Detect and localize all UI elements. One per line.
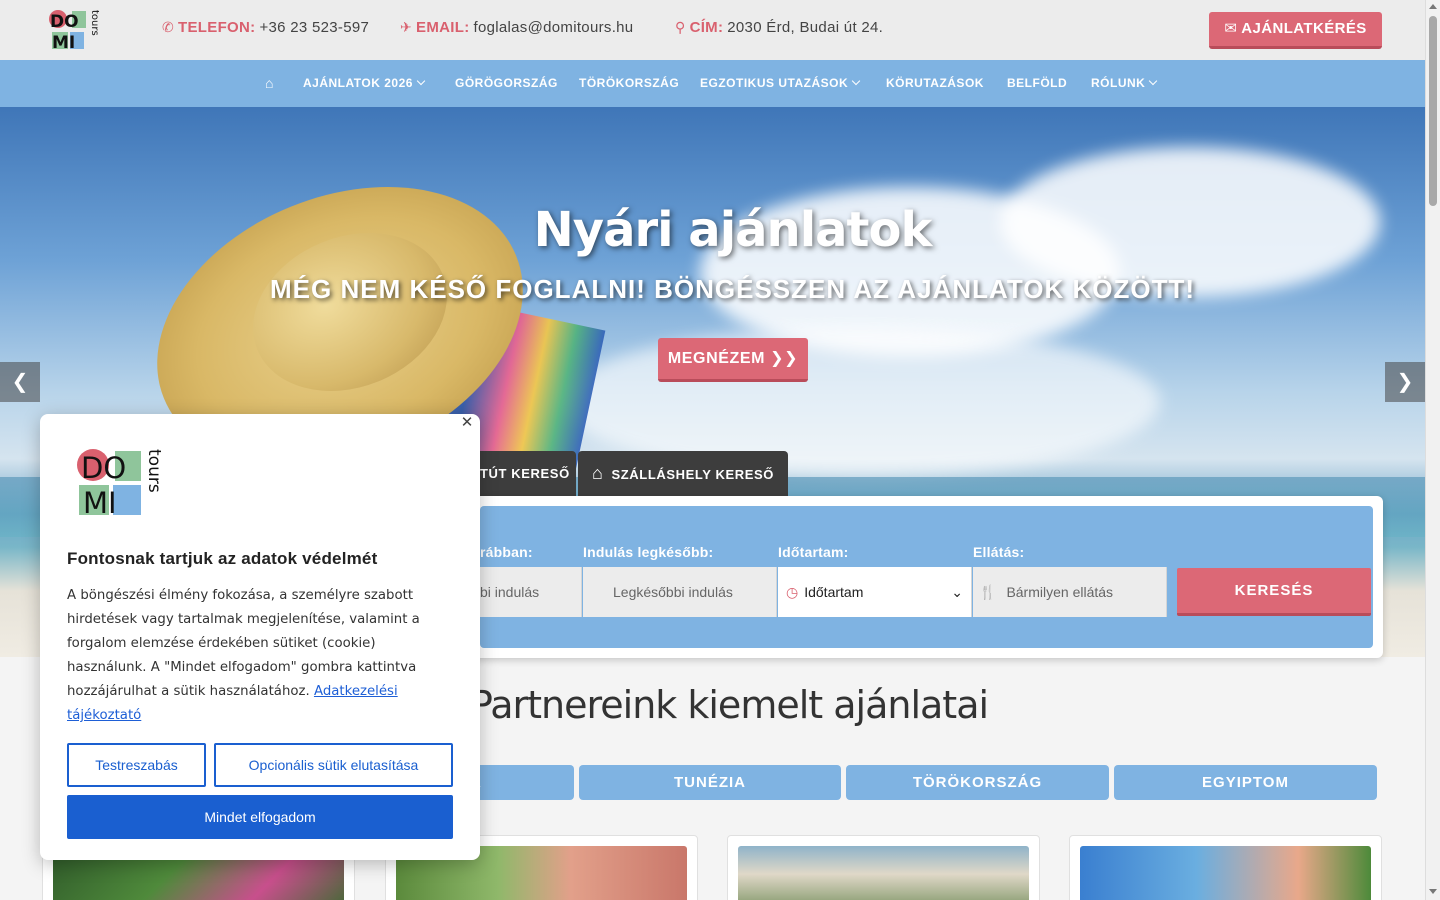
- phone-value: +36 23 523-597: [259, 19, 370, 36]
- tab-tunisia[interactable]: TUNÉZIA: [579, 765, 841, 800]
- earliest-departure-field[interactable]: bi indulás: [480, 567, 582, 617]
- nav-item-offers-2026[interactable]: AJÁNLATOK 2026: [303, 60, 426, 107]
- nav-item-greece[interactable]: GÖRÖGORSZÁG: [455, 60, 558, 107]
- clock-icon: ◷: [786, 584, 799, 600]
- svg-text:MI: MI: [52, 33, 75, 52]
- nav-item-label: BELFÖLD: [1007, 76, 1068, 90]
- map-pin-icon: ⚲: [675, 19, 686, 35]
- page-scrollbar[interactable]: [1425, 0, 1440, 900]
- nav-item-tours[interactable]: KÖRUTAZÁSOK: [886, 60, 984, 107]
- field-placeholder: Legkésőbbi indulás: [613, 584, 733, 600]
- hero-subtitle: MÉG NEM KÉSŐ FOGLALNI! BÖNGÉSSZEN AZ AJÁ…: [270, 274, 1195, 304]
- duration-label: Időtartam:: [778, 544, 849, 560]
- nav-item-exotic[interactable]: EGZOTIKUS UTAZÁSOK: [700, 60, 861, 107]
- duration-select[interactable]: ◷ Időtartam ⌄: [778, 567, 972, 617]
- scrollbar-thumb[interactable]: [1429, 16, 1437, 206]
- nav-item-label: EGZOTIKUS UTAZÁSOK: [700, 76, 849, 90]
- reject-optional-button[interactable]: Opcionális sütik elutasítása: [214, 743, 453, 787]
- chevron-left-icon: ❮: [11, 371, 29, 393]
- nav-item-about[interactable]: RÓLUNK: [1091, 60, 1158, 107]
- nav-item-domestic[interactable]: BELFÖLD: [1007, 60, 1067, 107]
- scroll-down-icon[interactable]: [1429, 889, 1437, 894]
- search-button[interactable]: KERESÉS: [1177, 568, 1371, 616]
- cutlery-icon: 🍴: [979, 584, 997, 600]
- tab-label: TÖRÖKORSZÁG: [912, 774, 1043, 791]
- offer-card[interactable]: [727, 835, 1040, 900]
- request-offer-label: AJÁNLATKÉRÉS: [1241, 20, 1367, 37]
- svg-text:MI: MI: [83, 486, 117, 519]
- latest-departure-field[interactable]: Legkésőbbi indulás: [583, 567, 777, 617]
- email-label: EMAIL:: [416, 19, 470, 36]
- nav-item-label: TÖRÖKORSZÁG: [579, 76, 680, 90]
- duration-value: Időtartam: [804, 584, 864, 600]
- svg-text:tours: tours: [144, 449, 164, 493]
- paper-plane-icon: ✈: [400, 19, 413, 35]
- chevron-down-icon: ⌄: [951, 584, 963, 600]
- accept-all-button[interactable]: Mindet elfogadom: [67, 795, 453, 839]
- tab-label: EGYIPTOM: [1202, 774, 1289, 791]
- hotel-icon: ⌂: [592, 463, 604, 483]
- main-nav: ⌂ AJÁNLATOK 2026 GÖRÖGORSZÁG TÖRÖKORSZÁG…: [0, 60, 1425, 107]
- chevron-down-icon: [416, 76, 426, 86]
- latest-departure-label: Indulás legkésőbb:: [583, 544, 714, 560]
- site-logo[interactable]: DO MI tours: [48, 8, 100, 52]
- cookie-dialog-logo: DO MI tours: [77, 449, 164, 519]
- board-field[interactable]: 🍴 Bármilyen ellátás: [973, 567, 1167, 617]
- envelope-icon: ✉: [1224, 20, 1238, 37]
- offer-card-image: [1080, 846, 1371, 900]
- home-icon[interactable]: ⌂: [265, 60, 274, 107]
- svg-text:DO: DO: [81, 451, 126, 485]
- address-value: 2030 Érd, Budai út 24.: [727, 19, 884, 36]
- field-placeholder: Bármilyen ellátás: [1006, 584, 1114, 600]
- nav-item-turkey[interactable]: TÖRÖKORSZÁG: [579, 60, 679, 107]
- chevron-down-icon: [1149, 76, 1158, 86]
- cookie-consent-dialog: ✕ DO MI tours Fontosnak tartjuk az adato…: [40, 414, 480, 860]
- scroll-up-icon[interactable]: [1429, 4, 1437, 9]
- email-contact[interactable]: ✈ EMAIL: foglalas@domitours.hu: [400, 19, 633, 36]
- tab-accommodation-search[interactable]: ⌂ SZÁLLÁSHELY KERESŐ: [578, 451, 788, 496]
- customize-button[interactable]: Testreszabás: [67, 743, 206, 787]
- tab-label: TUNÉZIA: [674, 774, 746, 791]
- cookie-text-body: A böngészési élmény fokozása, a személyr…: [67, 588, 420, 699]
- tab-label: TÚT KERESŐ: [480, 466, 570, 481]
- nav-item-label: GÖRÖGORSZÁG: [455, 76, 558, 90]
- tab-turkey[interactable]: TÖRÖKORSZÁG: [846, 765, 1109, 800]
- email-value: foglalas@domitours.hu: [473, 19, 634, 36]
- board-label: Ellátás:: [973, 544, 1025, 560]
- phone-contact[interactable]: ✆ TELEFON: +36 23 523-597: [162, 19, 369, 36]
- hero-cta-button[interactable]: MEGNÉZEM ❯❯: [658, 338, 808, 382]
- nav-item-label: KÖRUTAZÁSOK: [886, 76, 984, 90]
- request-offer-button[interactable]: ✉ AJÁNLATKÉRÉS: [1209, 12, 1382, 49]
- tab-egypt[interactable]: EGYIPTOM: [1114, 765, 1377, 800]
- svg-text:tours: tours: [89, 10, 100, 36]
- tab-label: SZÁLLÁSHELY KERESŐ: [611, 467, 774, 482]
- slider-prev-button[interactable]: ❮: [0, 362, 40, 402]
- nav-item-label: RÓLUNK: [1091, 76, 1146, 90]
- phone-label: TELEFON:: [178, 19, 256, 36]
- search-form: rábban: Indulás legkésőbb: Időtartam: El…: [480, 506, 1373, 648]
- svg-text:DO: DO: [50, 12, 79, 32]
- phone-icon: ✆: [162, 19, 175, 35]
- tab-trip-search[interactable]: TÚT KERESŐ: [470, 451, 576, 496]
- earliest-departure-label: rábban:: [480, 544, 533, 560]
- chevron-down-icon: [851, 76, 861, 86]
- top-bar: DO MI tours ✆ TELEFON: +36 23 523-597 ✈ EMA…: [0, 0, 1425, 60]
- field-placeholder: bi indulás: [480, 584, 540, 600]
- cookie-text: A böngészési élmény fokozása, a személyr…: [67, 584, 457, 728]
- slider-next-button[interactable]: ❯: [1385, 362, 1425, 402]
- cookie-title: Fontosnak tartjuk az adatok védelmét: [67, 549, 378, 568]
- offer-card[interactable]: [1069, 835, 1382, 900]
- search-panel: rábban: Indulás legkésőbb: Időtartam: El…: [470, 496, 1383, 658]
- chevron-right-icon: ❯: [1396, 371, 1414, 393]
- partners-title: Partnereink kiemelt ajánlatai: [470, 683, 989, 727]
- address-label: CÍM:: [689, 19, 724, 36]
- offer-card-image: [738, 846, 1029, 900]
- close-icon[interactable]: ✕: [459, 415, 475, 431]
- hero-title: Nyári ajánlatok: [533, 202, 933, 258]
- address-contact: ⚲ CÍM: 2030 Érd, Budai út 24.: [675, 19, 883, 36]
- nav-item-label: AJÁNLATOK 2026: [303, 76, 413, 90]
